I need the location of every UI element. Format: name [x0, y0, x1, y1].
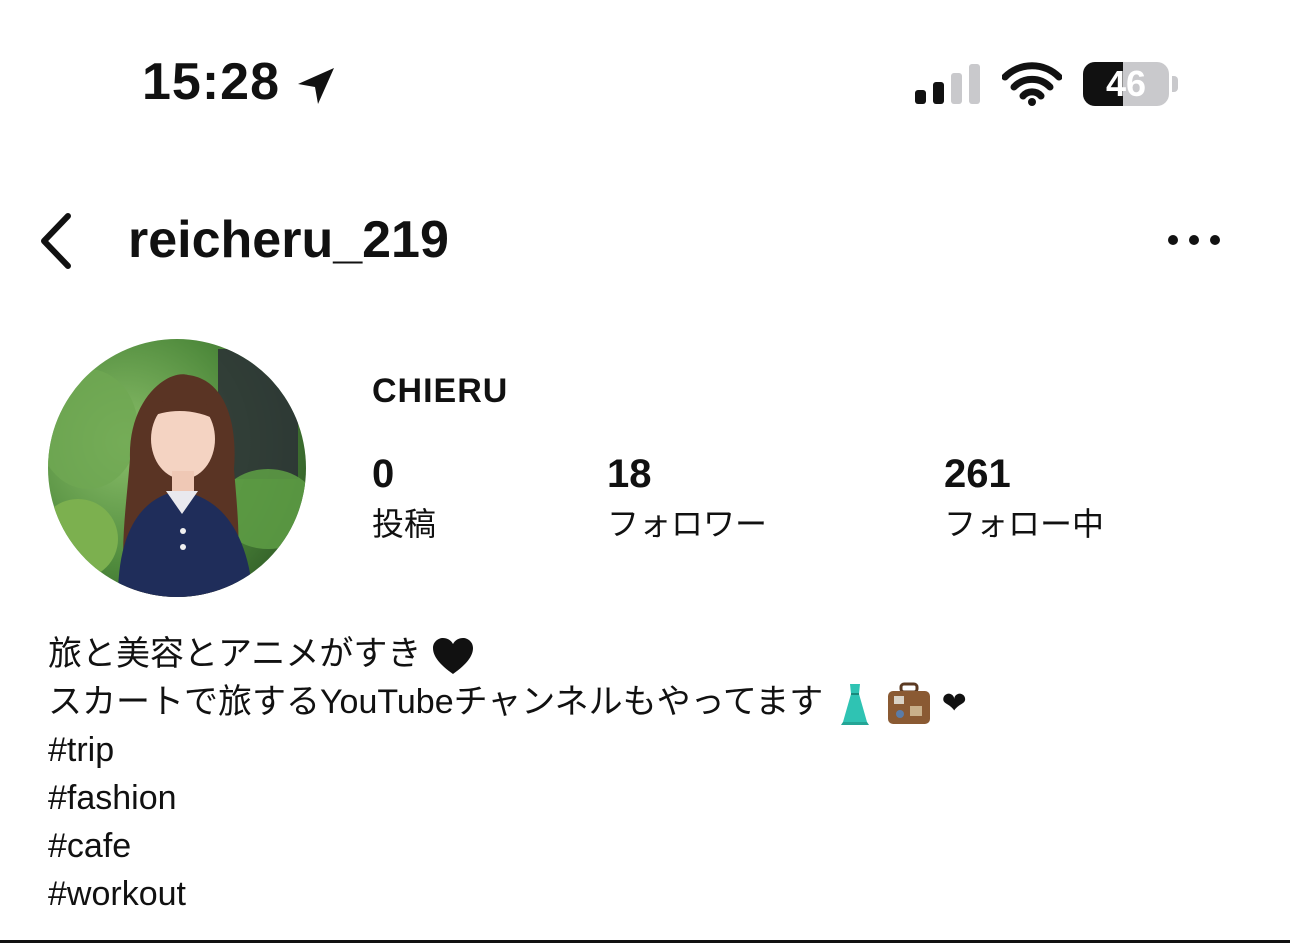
posts-stat[interactable]: 0 投稿 — [372, 452, 436, 546]
chevron-left-icon[interactable] — [32, 208, 82, 274]
more-horizontal-icon[interactable] — [1164, 226, 1224, 254]
battery-tip — [1172, 76, 1178, 92]
following-count: 261 — [944, 452, 1011, 496]
bio-text-2: スカートで旅するYouTubeチャンネルもやってます — [48, 683, 824, 721]
followers-count: 18 — [607, 452, 652, 496]
battery-body: 46 — [1083, 62, 1169, 106]
status-bar: 15:28 46 — [0, 0, 1290, 140]
battery-icon: 46 — [1083, 62, 1183, 108]
location-arrow-icon — [298, 68, 334, 104]
status-time: 15:28 — [142, 53, 280, 111]
wifi-icon — [1002, 62, 1062, 106]
bottom-divider — [0, 940, 1290, 943]
following-stat[interactable]: 261 フォロー中 — [944, 452, 1104, 546]
posts-label: 投稿 — [372, 506, 437, 542]
battery-level: 46 — [1105, 63, 1147, 104]
black-heart-icon — [432, 638, 473, 675]
following-label: フォロー中 — [944, 506, 1105, 542]
dress-icon — [840, 684, 869, 726]
hashtag-workout[interactable]: #workout — [48, 870, 967, 918]
username-title: reicheru_219 — [128, 211, 449, 269]
bio-text-1: 旅と美容とアニメがすき — [48, 635, 422, 673]
suitcase-icon — [888, 682, 931, 725]
hashtag-trip[interactable]: #trip — [48, 726, 967, 774]
hashtag-cafe[interactable]: #cafe — [48, 822, 967, 870]
red-heart-icon: ❤ — [941, 687, 967, 720]
profile-header: reicheru_219 — [0, 190, 1290, 290]
posts-count: 0 — [372, 452, 395, 496]
avatar-image — [48, 339, 306, 597]
followers-stat[interactable]: 18 フォロワー — [607, 452, 767, 546]
bio-line-1: 旅と美容とアニメがすき — [48, 630, 967, 678]
display-name: CHIERU — [372, 372, 509, 410]
bio: 旅と美容とアニメがすき スカートで旅するYouTubeチャンネルもやってます ❤… — [48, 630, 967, 918]
followers-label: フォロワー — [607, 506, 768, 542]
bio-line-2: スカートで旅するYouTubeチャンネルもやってます ❤ — [48, 678, 967, 726]
hashtag-fashion[interactable]: #fashion — [48, 774, 967, 822]
avatar[interactable] — [48, 339, 306, 597]
cellular-signal-icon — [915, 64, 980, 104]
